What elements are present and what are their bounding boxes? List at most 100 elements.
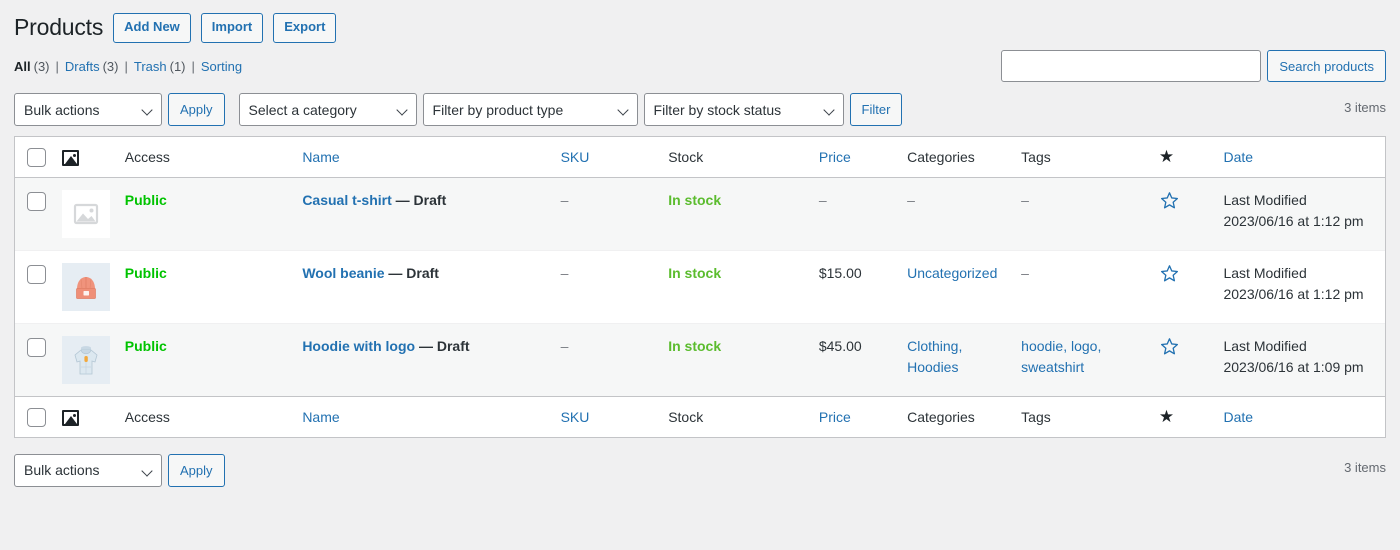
category-link[interactable]: Uncategorized [907,265,997,281]
tag-link[interactable]: hoodie, logo, sweatshirt [1021,338,1101,375]
view-separator: | [55,58,59,74]
category-select[interactable]: Select a category [238,93,417,127]
export-button[interactable]: Export [273,13,337,43]
table-footer-row: Access Name SKU Stock Price Categories T… [15,396,1385,438]
price-value: $15.00 [818,265,862,282]
row-name-cell: Casual t-shirt — Draft [302,178,561,251]
image-column-footer [62,396,125,438]
stock-status: In stock [668,265,722,282]
tablenav-top: Bulk actions Apply Select a category Fil… [14,92,1386,128]
tags-column-header: Tags [1021,136,1159,179]
view-sorting-link[interactable]: Sorting [201,54,242,80]
price-column-sort-link-bottom[interactable]: Price [819,409,851,425]
row-checkbox[interactable] [27,337,46,357]
bulk-actions-select-top[interactable]: Bulk actions [14,93,162,127]
stock-column-footer: Stock [668,396,819,438]
view-drafts-count: (3) [102,58,119,74]
image-icon [62,150,80,167]
apply-button-top[interactable]: Apply [168,93,225,127]
tags-value: – [1021,192,1029,209]
access-column-footer: Access [124,396,303,438]
view-separator: | [191,58,195,74]
star-outline-icon[interactable] [1159,190,1180,211]
star-outline-icon[interactable] [1159,263,1180,284]
row-checkbox[interactable] [27,264,46,284]
displaying-num-bottom: 3 items [1344,460,1386,476]
date-column-footer: Date [1223,396,1385,438]
row-date-cell: Last Modified 2023/06/16 at 1:12 pm [1223,178,1385,251]
stock-status: In stock [668,192,722,209]
bulk-actions-select-bottom[interactable]: Bulk actions [14,453,162,487]
row-checkbox[interactable] [27,191,46,211]
star-icon: ★ [1158,146,1175,166]
tablenav-bottom: Bulk actions Apply 3 items [14,452,1386,488]
price-column-sort-link[interactable]: Price [819,149,851,165]
product-name-link[interactable]: Casual t-shirt [302,192,391,208]
tags-column-footer: Tags [1021,396,1159,438]
date-column-sort-link[interactable]: Date [1223,149,1253,165]
sku-column-header: SKU [560,136,669,179]
post-state: — Draft [418,338,470,355]
row-stock-cell: In stock [668,323,819,397]
view-all-count: (3) [33,58,50,74]
product-name-link[interactable]: Wool beanie [302,265,384,281]
beanie-icon [62,263,111,312]
select-all-checkbox-top[interactable] [27,148,46,168]
star-outline-icon[interactable] [1159,336,1180,357]
row-select-cell [15,323,63,397]
add-new-button[interactable]: Add New [113,13,191,43]
post-state: — Draft [388,265,439,282]
import-button[interactable]: Import [200,13,264,43]
post-state: — Draft [395,192,447,209]
view-trash: Trash (1) | [134,54,201,80]
page-header: Products Add New Import Export [14,0,1386,43]
name-column-sort-link-bottom[interactable]: Name [302,409,339,425]
bulk-actions-group-top: Bulk actions Apply [14,93,225,127]
displaying-num-top: 3 items [1344,99,1386,115]
sku-column-footer: SKU [560,396,669,438]
price-column-header: Price [818,136,908,179]
category-link[interactable]: Clothing, Hoodies [907,338,962,375]
view-trash-link[interactable]: Trash [134,54,167,80]
access-status: Public [124,265,167,282]
date-label: Last Modified [1223,338,1307,355]
view-all-link[interactable]: All [14,54,31,80]
view-drafts: Drafts (3) | [65,54,134,80]
row-featured-cell [1158,250,1224,323]
sku-column-sort-link-bottom[interactable]: SKU [561,409,590,425]
placeholder-image-icon [62,190,111,239]
row-tags-cell: – [1021,178,1159,251]
date-column-sort-link-bottom[interactable]: Date [1223,409,1253,425]
select-all-footer [15,396,63,438]
price-column-footer: Price [818,396,908,438]
date-value: 2023/06/16 at 1:12 pm [1223,213,1364,230]
stock-column-header: Stock [668,136,819,179]
row-name-cell: Wool beanie — Draft [302,250,561,323]
row-select-cell [15,178,63,251]
categories-value: – [907,192,915,209]
product-type-select[interactable]: Filter by product type [422,93,638,127]
image-icon [62,410,80,427]
view-drafts-link[interactable]: Drafts [65,54,100,80]
row-sku-cell: – [560,250,669,323]
image-column-header [62,136,125,179]
row-sku-cell: – [560,178,669,251]
stock-status-select[interactable]: Filter by stock status [643,93,844,127]
search-box: Search products [1001,50,1386,82]
bulk-actions-select-wrap-bottom: Bulk actions [14,453,162,487]
sku-value: – [560,265,569,282]
apply-button-bottom[interactable]: Apply [168,453,225,487]
search-products-button[interactable]: Search products [1267,50,1386,82]
product-name-link[interactable]: Hoodie with logo [302,338,415,354]
filter-button[interactable]: Filter [849,93,903,127]
stock-status-select-wrap: Filter by stock status [643,93,844,127]
select-all-header [15,136,63,179]
row-thumbnail-cell [62,178,125,251]
select-all-checkbox-bottom[interactable] [27,408,46,428]
search-input[interactable] [1001,50,1262,82]
sku-column-sort-link[interactable]: SKU [561,149,590,165]
row-stock-cell: In stock [668,250,819,323]
sku-value: – [560,192,569,209]
access-status: Public [124,338,167,355]
name-column-sort-link[interactable]: Name [302,149,339,165]
